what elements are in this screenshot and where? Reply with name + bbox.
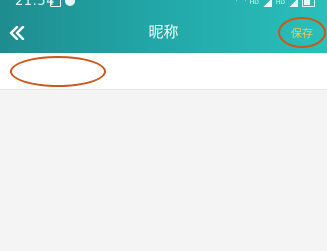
status-time: 21:54	[15, 0, 55, 9]
save-button-label: 保存	[291, 27, 313, 40]
nickname-row	[0, 53, 327, 90]
battery-icon	[302, 0, 315, 7]
save-button[interactable]: 保存	[278, 20, 326, 46]
nickname-input[interactable]	[12, 59, 312, 83]
app-header: 21:54 HD HD 昵称 保存	[0, 0, 327, 53]
back-button[interactable]	[4, 20, 30, 46]
double-chevron-left-icon	[9, 26, 25, 40]
network-hd-label-2: HD	[275, 0, 285, 6]
signal-icon	[262, 0, 272, 7]
gallery-notification-icon	[50, 0, 61, 7]
signal-icon-2	[289, 0, 298, 7]
status-bar: 21:54 HD HD	[0, 0, 327, 12]
status-indicators: HD HD	[236, 0, 315, 7]
network-hd-label-1: HD	[249, 0, 259, 6]
app-notification-icon	[65, 0, 75, 6]
wifi-icon	[236, 0, 246, 7]
